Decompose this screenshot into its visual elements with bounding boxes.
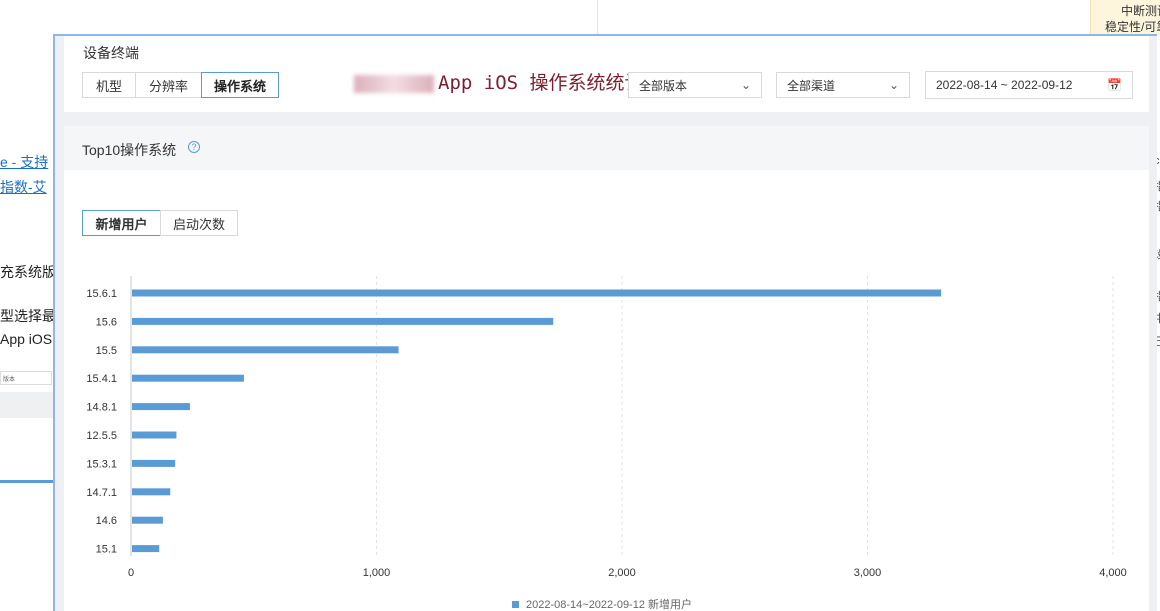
bar-chart: 15.6.1 15.6 15.5 15.4.1 14.8.1 12.5.5 15.3.1 14… <box>86 276 1127 611</box>
blurred-region <box>354 74 434 93</box>
y-tick-label: 15.6 <box>96 316 117 328</box>
background-divider <box>597 0 598 36</box>
x-tick-label: 3,000 <box>854 567 882 579</box>
x-tick-label: 2,000 <box>608 567 636 579</box>
x-tick-label: 1,000 <box>363 567 391 579</box>
y-tick-label: 15.3.1 <box>86 458 117 470</box>
background-bar <box>0 392 54 418</box>
channel-select[interactable]: 全部渠道 ⌄ <box>776 72 910 98</box>
top10-os-card: Top10操作系统 ? 新增用户 启动次数 15.6.1 15.6 15.5 15.4… <box>64 126 1149 611</box>
segment-device-model[interactable]: 机型 <box>82 72 136 98</box>
background-link[interactable]: 指数-艾 <box>0 177 47 197</box>
version-select-label: 全部版本 <box>639 78 688 93</box>
chevron-down-icon: ⌄ <box>888 78 899 92</box>
calendar-icon: 📅 <box>1107 78 1122 92</box>
segment-operating-system[interactable]: 操作系统 <box>201 72 279 98</box>
y-tick-label: 14.6 <box>96 515 117 527</box>
background-note: 中断测试 稳定性/可靠 <box>1090 0 1160 36</box>
bar <box>132 516 163 524</box>
watermark-text: App iOS 操作系统统计 <box>354 68 644 95</box>
device-filter-card: 设备终端 机型 分辨率 操作系统 App iOS 操作系统统计 全部版本 ⌄ 全… <box>64 36 1149 112</box>
bar <box>132 317 554 325</box>
y-tick-label: 12.5.5 <box>86 430 117 442</box>
date-range-label: 2022-08-14 ~ 2022-09-12 <box>936 78 1073 92</box>
watermark-label: App iOS 操作系统统计 <box>438 72 644 94</box>
bar <box>132 289 942 297</box>
background-text: App iOS <box>0 331 53 347</box>
legend-swatch <box>512 601 519 608</box>
background-mini-select[interactable]: 版本 <box>0 371 52 385</box>
bar <box>132 403 190 411</box>
y-tick-label: 15.4.1 <box>86 373 117 385</box>
bar <box>132 488 171 496</box>
y-tick-label: 14.7.1 <box>86 487 117 499</box>
bar <box>132 459 176 467</box>
background-link[interactable]: e - 支持 <box>0 152 48 172</box>
x-tick-label: 4,000 <box>1099 567 1127 579</box>
section-title: 设备终端 <box>83 45 139 61</box>
y-tick-label: 15.6.1 <box>86 288 117 300</box>
chevron-down-icon: ⌄ <box>740 78 751 92</box>
version-select[interactable]: 全部版本 ⌄ <box>628 72 762 98</box>
channel-select-label: 全部渠道 <box>787 78 836 93</box>
x-tick-label: 0 <box>128 567 134 579</box>
background-mini-select-label: 版本 <box>3 377 16 383</box>
os-stats-window: 设备终端 机型 分辨率 操作系统 App iOS 操作系统统计 全部版本 ⌄ 全… <box>53 34 1157 611</box>
bar <box>132 374 244 382</box>
y-tick-label: 15.5 <box>96 345 117 357</box>
bar <box>132 346 399 354</box>
bar <box>132 431 177 439</box>
segment-resolution[interactable]: 分辨率 <box>135 72 202 98</box>
date-range-picker[interactable]: 2022-08-14 ~ 2022-09-12 📅 <box>925 71 1133 99</box>
legend-label: 2022-08-14~2022-09-12 新增用户 <box>526 597 692 611</box>
background-text: 型选择最 <box>0 308 56 324</box>
background-blue-line <box>0 480 54 483</box>
bar <box>132 545 160 553</box>
y-tick-label: 14.8.1 <box>86 402 117 414</box>
y-tick-label: 15.1 <box>96 544 117 556</box>
